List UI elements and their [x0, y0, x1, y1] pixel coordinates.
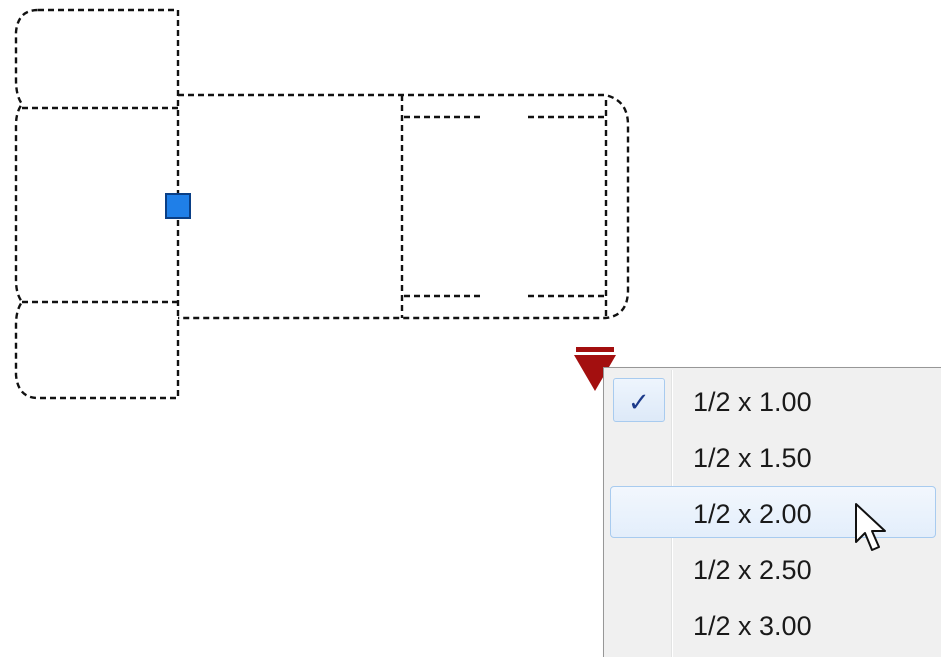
menu-item-label: 1/2 x 3.00 — [693, 611, 812, 641]
check-icon: ✓ — [628, 387, 650, 417]
menu-item-size-1-00[interactable]: ✓ 1/2 x 1.00 — [610, 374, 936, 426]
square-grip-icon[interactable] — [165, 193, 191, 219]
drawing-canvas[interactable]: ✓ 1/2 x 1.00 1/2 x 1.50 1/2 x 2.00 1/2 x… — [0, 0, 941, 657]
menu-item-label: 1/2 x 1.00 — [693, 387, 812, 417]
arrow-cursor-icon — [855, 503, 886, 551]
menu-item-label: 1/2 x 2.50 — [693, 555, 812, 585]
menu-item-label: 1/2 x 2.00 — [693, 499, 812, 529]
menu-item-size-1-50[interactable]: 1/2 x 1.50 — [610, 430, 936, 482]
menu-item-size-3-00[interactable]: 1/2 x 3.00 — [610, 598, 936, 650]
check-box: ✓ — [613, 378, 665, 422]
menu-item-label: 1/2 x 1.50 — [693, 443, 812, 473]
bolt-head-outline — [14, 8, 180, 400]
